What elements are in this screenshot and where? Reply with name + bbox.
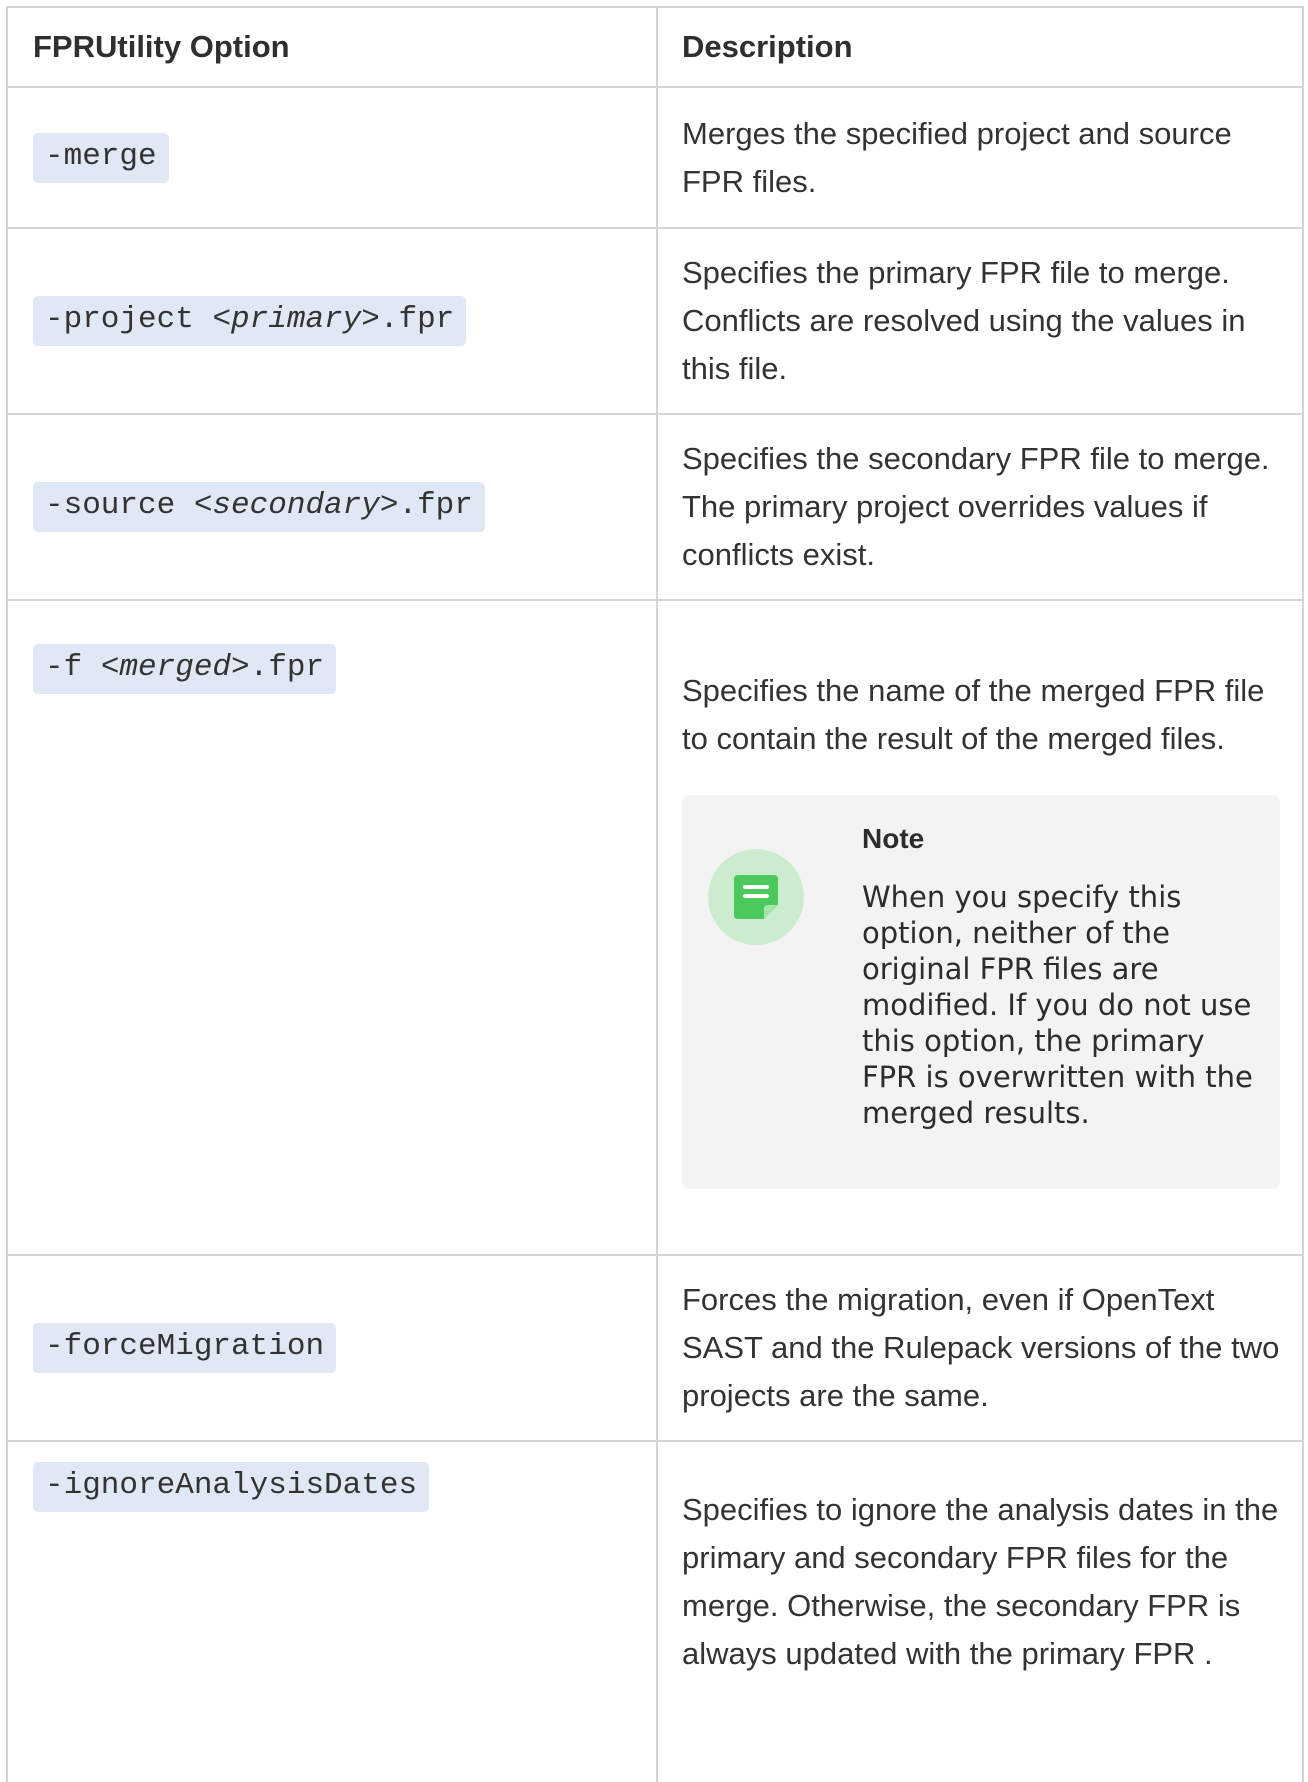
table-row: -merge Merges the specified project and … xyxy=(8,88,1304,229)
table-row: -project <primary>.fpr Specifies the pri… xyxy=(8,229,1304,415)
options-table: FPRUtility Option Description -merge Mer… xyxy=(6,6,1304,1782)
option-code: -forceMigration xyxy=(33,1323,337,1373)
table-row: -source <secondary>.fpr Specifies the se… xyxy=(8,415,1304,601)
option-code: -ignoreAnalysisDates xyxy=(33,1462,430,1512)
option-code: -project <primary>.fpr xyxy=(33,296,467,346)
option-code: -merge xyxy=(33,132,169,183)
description-cell: Specifies to ignore the analysis dates i… xyxy=(658,1442,1304,1782)
option-description: Specifies the name of the merged FPR fil… xyxy=(682,672,1265,756)
table-header-cell: FPRUtility Option xyxy=(8,8,658,86)
table-row: -ignoreAnalysisDates Specifies to ignore… xyxy=(8,1442,1304,1782)
option-cell: -merge xyxy=(8,88,658,227)
header-option-label: FPRUtility Option xyxy=(33,29,290,64)
option-description: Specifies to ignore the analysis dates i… xyxy=(682,1492,1279,1671)
option-placeholder: <primary> xyxy=(212,302,380,337)
description-cell: Specifies the primary FPR file to merge.… xyxy=(658,229,1304,413)
description-cell: Specifies the name of the merged FPR fil… xyxy=(658,601,1304,1254)
description-cell: Forces the migration, even if OpenText S… xyxy=(658,1256,1304,1440)
description-cell: Specifies the secondary FPR file to merg… xyxy=(658,415,1304,599)
option-description: Merges the specified project and source … xyxy=(682,115,1232,199)
table-header-cell: Description xyxy=(658,8,1304,86)
option-cell: -f <merged>.fpr xyxy=(8,601,658,1254)
header-description-label: Description xyxy=(682,29,853,64)
note-icon-wrap xyxy=(708,823,862,1159)
option-code: -source <secondary>.fpr xyxy=(33,482,485,532)
option-code: -f <merged>.fpr xyxy=(33,644,337,694)
note-body: Note When you specify this option, neith… xyxy=(862,823,1256,1159)
option-cell: -ignoreAnalysisDates xyxy=(8,1442,658,1782)
option-cell: -forceMigration xyxy=(8,1256,658,1440)
option-placeholder: <merged> xyxy=(100,650,250,685)
description-cell: Merges the specified project and source … xyxy=(658,88,1304,227)
note-title: Note xyxy=(862,822,925,854)
note-callout: Note When you specify this option, neith… xyxy=(682,794,1280,1189)
option-description: Specifies the secondary FPR file to merg… xyxy=(682,441,1270,572)
table-header-row: FPRUtility Option Description xyxy=(8,8,1304,88)
table-row: -forceMigration Forces the migration, ev… xyxy=(8,1256,1304,1442)
note-text: When you specify this option, neither of… xyxy=(862,879,1253,1130)
note-icon xyxy=(708,848,804,945)
option-cell: -source <secondary>.fpr xyxy=(8,415,658,599)
table-row: -f <merged>.fpr Specifies the name of th… xyxy=(8,601,1304,1256)
option-description: Specifies the primary FPR file to merge.… xyxy=(682,255,1246,386)
option-cell: -project <primary>.fpr xyxy=(8,229,658,413)
option-placeholder: <secondary> xyxy=(193,488,399,523)
option-description: Forces the migration, even if OpenText S… xyxy=(682,1282,1280,1413)
